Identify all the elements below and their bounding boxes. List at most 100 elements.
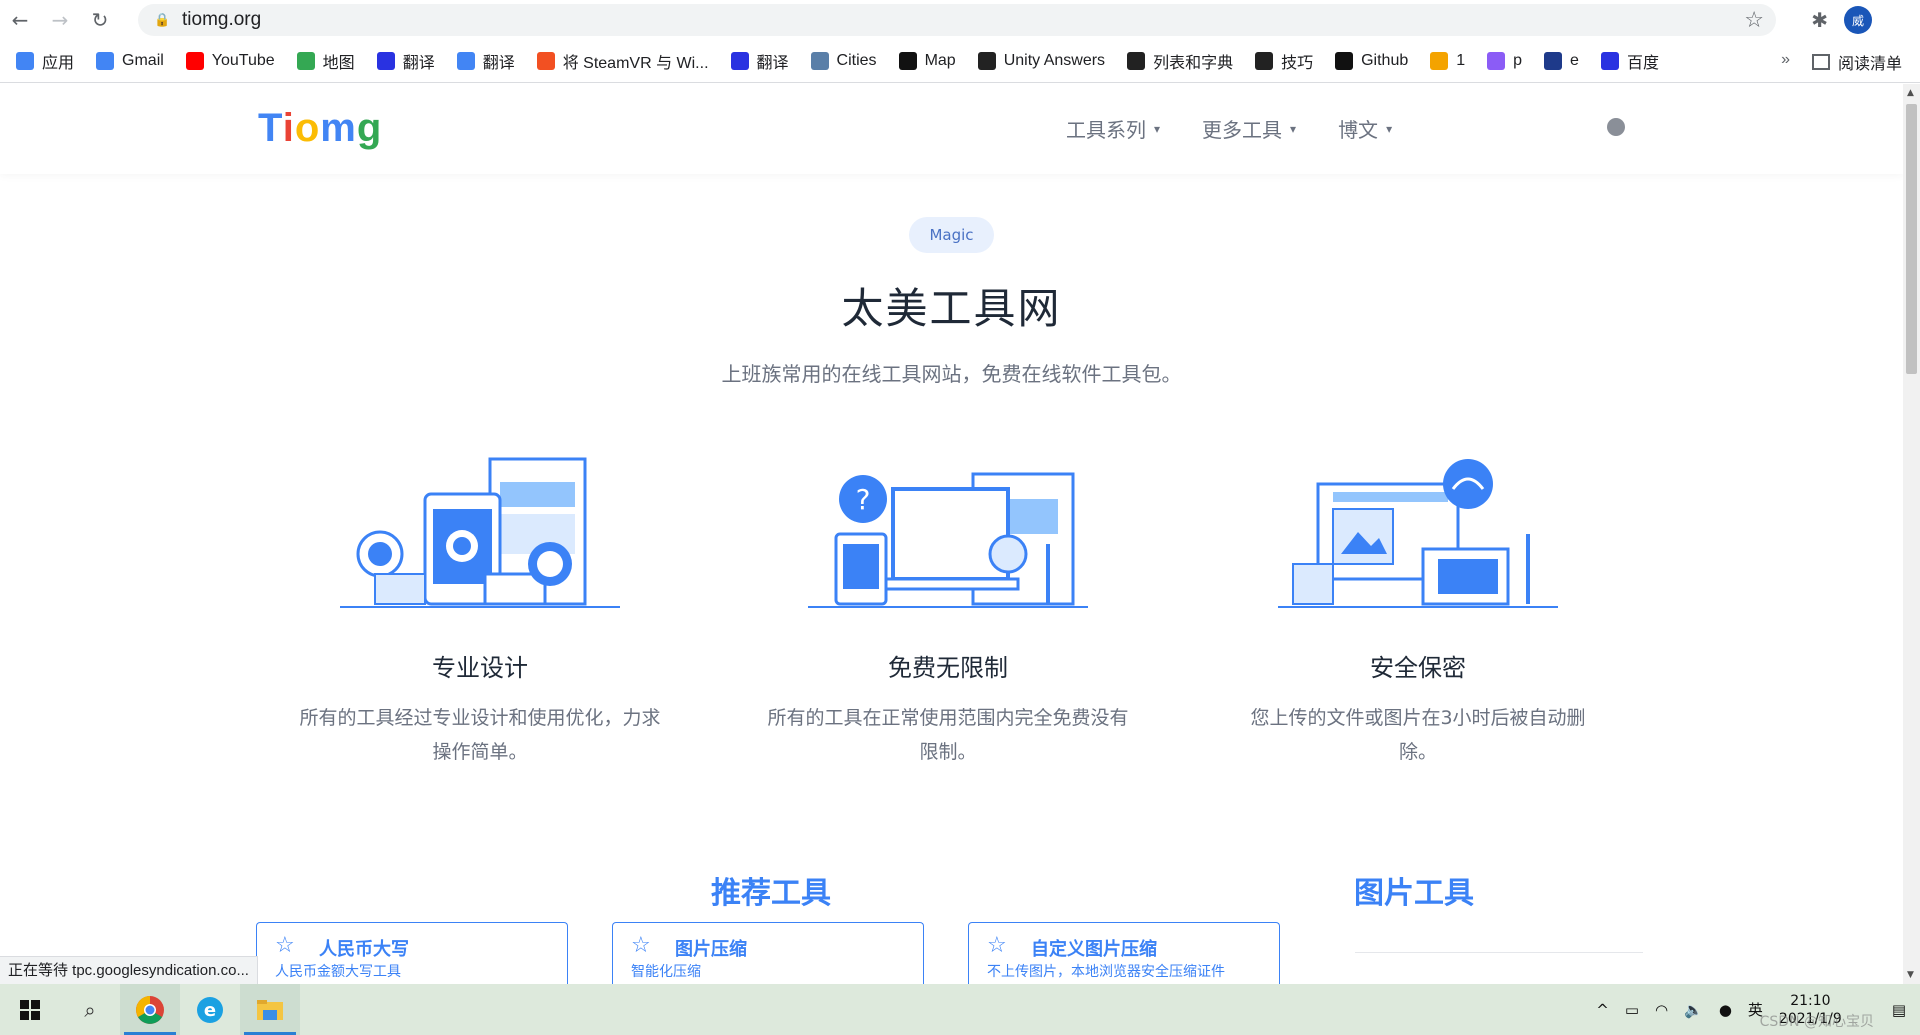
bookmark-label: 列表和字典 [1153,55,1234,72]
c-logo-icon [898,52,917,70]
tool-card-custom-compress[interactable]: ☆ 自定义图片压缩 不上传图片，本地浏览器安全压缩证件 [968,922,1280,984]
bookmark-item[interactable]: Cities [810,52,877,70]
arrow-left-icon: ← [11,8,29,32]
back-button[interactable]: ← [0,0,40,40]
tool-card-image-compress[interactable]: ☆ 图片压缩 智能化压缩 [612,922,924,984]
forward-button[interactable]: → [40,0,80,40]
bookmark-item[interactable]: e [1544,52,1579,70]
taskbar-ie[interactable]: e [180,984,240,1035]
bookmark-item[interactable]: 百度 [1600,49,1659,73]
scrollbar-thumb[interactable] [1906,104,1917,374]
edge-icon: e [197,996,223,1023]
lock-icon: 🔒 [154,13,171,28]
page-scrollbar[interactable]: ▲ ▼ [1903,84,1920,984]
windows-taskbar: ⌕ e ^ ▭ ◠ 🔈 ● 英 21:10 2021/1/9 ▤ CSDN @知… [0,984,1920,1035]
start-button[interactable] [0,984,60,1035]
bookmark-label: YouTube [211,52,275,69]
bookmarks-more-button[interactable]: » [1781,51,1790,69]
address-bar[interactable]: 🔒 tiomg.org ☆ [138,4,1776,36]
scroll-down-icon[interactable]: ▼ [1907,970,1914,980]
bookmark-item[interactable]: 地图 [296,49,355,73]
star-icon[interactable]: ☆ [987,933,1007,958]
vscode-icon [1255,52,1274,70]
nav-tool-series[interactable]: 工具系列 ▾ [1066,114,1160,143]
hero-section: Magic 太美工具网 上班族常用的在线工具网站，免费在线软件工具包。 [0,174,1903,387]
bookmark-item[interactable]: 翻译 [730,49,789,73]
star-icon[interactable]: ☆ [631,933,651,958]
bookmark-item[interactable]: 翻译 [376,49,435,73]
google-translate-icon [456,52,475,70]
feature-desc: 所有的工具经过专业设计和使用优化，力求操作简单。 [299,707,661,763]
nav-blog[interactable]: 博文 ▾ [1338,114,1392,143]
bookmark-item[interactable]: 1 [1430,52,1465,70]
baidu-paw-icon [376,52,395,70]
nav-label: 博文 [1338,118,1379,142]
taskbar-chrome[interactable] [120,984,180,1035]
bookmark-item[interactable]: YouTube [185,52,275,70]
notification-icon[interactable]: ▤ [1892,1001,1906,1019]
bookmark-item[interactable]: Unity Answers [977,52,1105,70]
bookmark-label: 技巧 [1281,55,1314,72]
nav-label: 工具系列 [1066,118,1146,142]
tool-desc: 不上传图片，本地浏览器安全压缩证件 [987,964,1225,980]
browser-toolbar: ← → ↻ 🔒 tiomg.org ☆ ✱ 威 [0,0,1920,40]
tool-desc: 人民币金额大写工具 [275,964,401,980]
nav-more-tools[interactable]: 更多工具 ▾ [1202,114,1296,143]
google-g-icon [96,52,115,70]
desktop-tools-illustration-icon: ? [808,472,1088,608]
chevron-down-icon: ▾ [1290,121,1297,136]
bookmark-label: e [1570,52,1579,69]
bookmark-item[interactable]: Map [898,52,956,70]
status-bubble: 正在等待 tpc.googlesyndication.co... [0,956,258,985]
unity-icon [977,52,996,70]
tool-name: 人民币大写 [319,939,409,960]
battery-icon[interactable]: ▭ [1625,1001,1639,1019]
page-viewport: Tiomg 工具系列 ▾ 更多工具 ▾ 博文 ▾ Magic 太美工具网 上班族常用的… [0,84,1903,984]
reload-button[interactable]: ↻ [80,0,120,40]
tool-desc: 智能化压缩 [631,964,701,980]
qq-icon[interactable]: ● [1719,1001,1732,1019]
reading-list-icon [1811,54,1830,70]
feature-title: 免费无限制 [888,654,1008,682]
tool-card-rmb-uppercase[interactable]: ☆ 人民币大写 人民币金额大写工具 [256,922,568,984]
logo-letter: g [356,106,383,150]
image-tools-divider [1355,952,1643,953]
bookmark-star-icon[interactable]: ☆ [1744,8,1764,33]
profile-avatar[interactable]: 威 [1844,6,1872,34]
bookmark-item[interactable]: Github [1335,52,1408,70]
reading-list-label: 阅读清单 [1837,56,1902,73]
bookmark-item[interactable]: 将 SteamVR 与 Wi... [536,49,709,73]
reload-icon: ↻ [91,8,109,32]
apps-grid-icon [16,52,34,70]
recommended-tools-title: 推荐工具 [711,876,831,911]
chevron-down-icon: ▾ [1386,121,1393,136]
bookmark-label: 应用 [42,55,75,72]
star-icon[interactable]: ☆ [275,933,295,958]
search-button[interactable]: ⌕ [60,984,120,1035]
tool-name: 图片压缩 [675,939,747,960]
bookmark-item[interactable]: Gmail [96,52,164,70]
bookmark-item[interactable]: 应用 [16,49,74,73]
bookmark-item[interactable]: 列表和字典 [1127,49,1233,73]
url-text[interactable]: tiomg.org [182,9,261,31]
bookmark-item[interactable]: 技巧 [1255,49,1313,73]
bookmark-label: p [1513,52,1523,69]
extensions-puzzle-icon[interactable]: ✱ [1811,8,1828,32]
taskbar-explorer[interactable] [240,984,300,1035]
volume-icon[interactable]: 🔈 [1684,1001,1703,1019]
site-logo[interactable]: Tiomg [258,106,382,151]
bookmark-label: 翻译 [402,55,435,72]
reading-list-button[interactable]: 阅读清单 [1811,50,1902,74]
bookmark-item[interactable]: p [1487,52,1522,70]
user-icon[interactable] [1607,118,1625,136]
chevron-up-icon[interactable]: ^ [1596,1001,1609,1019]
magic-badge: Magic [909,217,994,253]
bookmark-label: 将 SteamVR 与 Wi... [562,55,709,72]
scroll-up-icon[interactable]: ▲ [1907,88,1914,98]
bookmark-label: 1 [1456,52,1466,69]
bookmark-label: Cities [836,52,877,69]
svg-text:?: ? [856,483,871,516]
image-tools-title: 图片工具 [1354,876,1474,911]
bookmark-item[interactable]: 翻译 [456,49,515,73]
wifi-icon[interactable]: ◠ [1655,1001,1668,1019]
